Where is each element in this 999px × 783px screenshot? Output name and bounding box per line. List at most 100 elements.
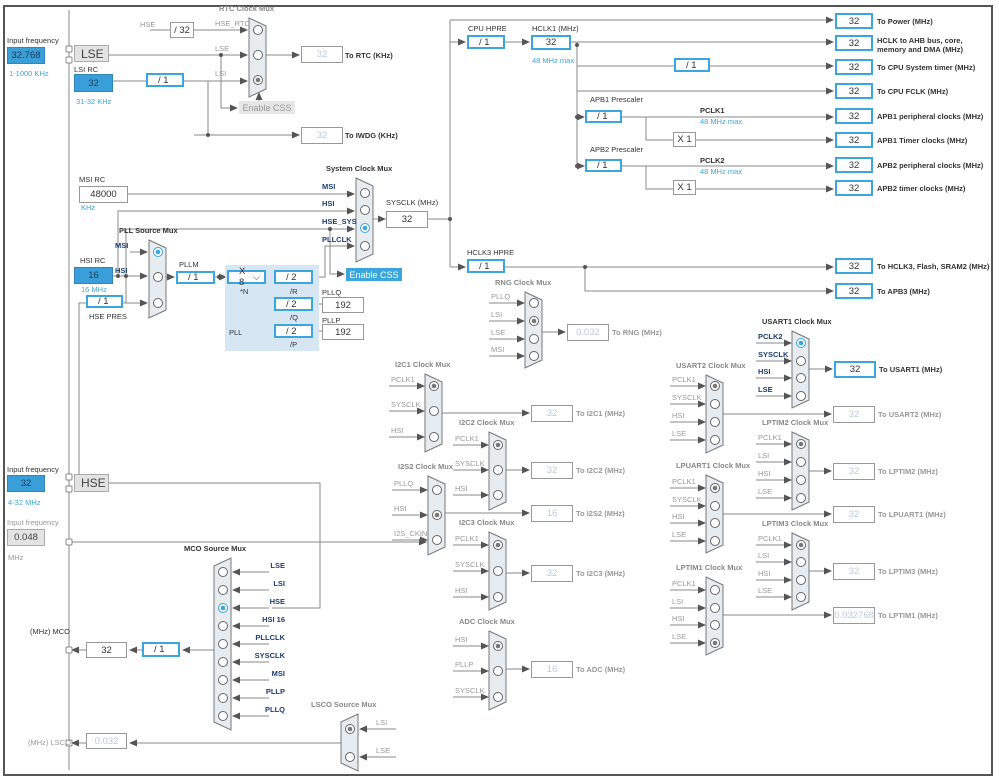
mco-input-label: LSI bbox=[273, 579, 285, 588]
pll-n-multiplier-select[interactable]: X 8 ⌵ bbox=[227, 266, 266, 288]
apb2-prescaler[interactable]: / 1 bbox=[585, 159, 622, 172]
to-iwdg-label: To IWDG (KHz) bbox=[345, 131, 398, 140]
usart1-output-label: To USART1 (MHz) bbox=[879, 365, 943, 374]
i2c3-input-label: PCLK1 bbox=[455, 534, 479, 543]
lpuart1-input-radio bbox=[710, 518, 720, 528]
rtc-enable-css-button[interactable]: Enable CSS bbox=[239, 101, 295, 114]
hclk3-hpre-divider[interactable]: / 1 bbox=[467, 259, 505, 273]
cpu-hpre-label: CPU HPRE bbox=[468, 24, 507, 33]
selected-dot bbox=[798, 340, 804, 346]
lptim3-output-label: To LPTIM3 (MHz) bbox=[878, 567, 938, 576]
cpu-hpre-divider[interactable]: / 1 bbox=[467, 35, 505, 49]
rtc-input-radio bbox=[253, 50, 263, 60]
pll-q-label: /Q bbox=[290, 313, 298, 322]
i2s-ckin-frequency-input[interactable]: 0.048 bbox=[7, 529, 45, 546]
hse-prescaler[interactable]: / 1 bbox=[86, 295, 123, 308]
adc-input-label: PLLP bbox=[455, 660, 474, 669]
msi-rc-input[interactable]: 48000 bbox=[79, 186, 128, 203]
lptim3-mux-title: LPTIM3 Clock Mux bbox=[762, 519, 829, 528]
bus-output-value: 32 bbox=[835, 13, 873, 29]
i2s2-input-label: HSI bbox=[394, 504, 407, 513]
selected-dot bbox=[220, 605, 226, 611]
i2c2-input-radio bbox=[493, 490, 503, 500]
selected-dot bbox=[712, 640, 718, 646]
pll-q-divider[interactable]: / 2 bbox=[274, 297, 313, 311]
usart2-input-label: HSI bbox=[672, 411, 685, 420]
lpuart1-output-value: 32 bbox=[833, 506, 875, 523]
usart2-output-value: 32 bbox=[833, 406, 875, 423]
mco-input-radio bbox=[218, 585, 228, 595]
rng-input-label: PLLQ bbox=[491, 292, 511, 301]
hclk1-label: HCLK1 (MHz) bbox=[532, 24, 579, 33]
lptim2-input-radio bbox=[796, 475, 806, 485]
adc-input-radio bbox=[493, 666, 503, 676]
chevron-down-icon: ⌵ bbox=[253, 271, 260, 282]
lsco-input-label: LSI bbox=[376, 718, 388, 727]
selected-dot bbox=[495, 442, 501, 448]
junction-dot bbox=[583, 265, 587, 269]
i2c2-mux-title: I2C2 Clock Mux bbox=[459, 418, 515, 427]
lsco-input-label: LSE bbox=[376, 746, 391, 755]
usart2-mux-title: USART2 Clock Mux bbox=[676, 361, 746, 370]
lptim1-output-label: To LPTIM1 (MHz) bbox=[878, 611, 938, 620]
selected-dot bbox=[495, 643, 501, 649]
hsi-rc-value[interactable]: 16 bbox=[74, 267, 113, 284]
pllp-value: 192 bbox=[322, 324, 364, 340]
msi-rc-label: MSI RC bbox=[79, 175, 106, 184]
bus-output-value: 32 bbox=[835, 157, 873, 173]
rtc-mux-title: RTC Clock Mux bbox=[219, 4, 275, 13]
i2s2-input-radio bbox=[432, 535, 442, 545]
pll-r-divider[interactable]: / 2 bbox=[274, 270, 313, 284]
apb1-label: APB1 Prescaler bbox=[590, 95, 643, 104]
apb1-prescaler[interactable]: / 1 bbox=[585, 110, 622, 123]
port-connector bbox=[65, 56, 73, 64]
i2c3-input-radio bbox=[493, 592, 503, 602]
pll-p-divider[interactable]: / 2 bbox=[274, 324, 313, 338]
wire bbox=[78, 302, 86, 474]
hse-frequency-input[interactable]: 32 bbox=[7, 475, 45, 492]
port-connector bbox=[65, 473, 73, 481]
pllq-label: PLLQ bbox=[322, 288, 342, 297]
systick-divider[interactable]: / 1 bbox=[674, 58, 710, 72]
i2c1-input-label: SYSCLK bbox=[391, 400, 421, 409]
lptim1-input-label: LSE bbox=[672, 632, 687, 641]
lptim1-input-label: LSI bbox=[672, 597, 684, 606]
rng-mux-title: RNG Clock Mux bbox=[495, 278, 552, 287]
i2c2-output-label: To I2C2 (MHz) bbox=[576, 466, 626, 475]
lpuart1-input-radio bbox=[710, 501, 720, 511]
lse-frequency-input[interactable]: 32.768 bbox=[7, 47, 45, 64]
i2c1-mux-title: I2C1 Clock Mux bbox=[395, 360, 451, 369]
pll-n-value: X 8 bbox=[239, 266, 246, 288]
pclk1-max: 48 MHz max bbox=[700, 117, 743, 126]
lptim3-output-value: 32 bbox=[833, 563, 875, 580]
lptim1-input-radio bbox=[710, 585, 720, 595]
i2c1-output-label: To I2C1 (MHz) bbox=[576, 409, 626, 418]
hclk1-value[interactable]: 32 bbox=[531, 35, 571, 50]
bus-output-label: To HCLK3, Flash, SRAM2 (MHz) bbox=[877, 262, 990, 271]
mco-input-label: MSI bbox=[271, 669, 285, 678]
lsi-rc-value[interactable]: 32 bbox=[74, 74, 113, 92]
hse-oscillator[interactable]: HSE bbox=[74, 474, 109, 492]
lptim1-input-radio bbox=[710, 603, 720, 613]
pllsrc-mux-title: PLL Source Mux bbox=[119, 226, 178, 235]
pllm-divider[interactable]: / 1 bbox=[176, 271, 215, 284]
usart2-input-label: PCLK1 bbox=[672, 375, 696, 384]
junction-dot bbox=[206, 133, 210, 137]
junction-dot bbox=[219, 53, 223, 57]
i2s2-input-radio bbox=[432, 485, 442, 495]
lptim3-input-label: PCLK1 bbox=[758, 534, 782, 543]
i2c1-input-radio bbox=[429, 406, 439, 416]
sysclk-label: SYSCLK (MHz) bbox=[386, 198, 439, 207]
sys-enable-css-button[interactable]: Enable CSS bbox=[346, 268, 402, 281]
mco-divider[interactable]: / 1 bbox=[142, 642, 180, 657]
apb1-timer-multiplier: X 1 bbox=[673, 132, 696, 147]
lptim3-input-label: LSE bbox=[758, 586, 773, 595]
i2c3-output-label: To I2C3 (MHz) bbox=[576, 569, 626, 578]
pllq-value: 192 bbox=[322, 297, 364, 313]
lse-oscillator[interactable]: LSE bbox=[74, 45, 109, 62]
bus-output-label: To APB3 (MHz) bbox=[877, 287, 930, 296]
lsi-divider[interactable]: / 1 bbox=[146, 73, 184, 87]
selected-dot bbox=[495, 542, 501, 548]
lptim1-mux-title: LPTIM1 Clock Mux bbox=[676, 563, 743, 572]
sysclk-value[interactable]: 32 bbox=[386, 211, 428, 228]
